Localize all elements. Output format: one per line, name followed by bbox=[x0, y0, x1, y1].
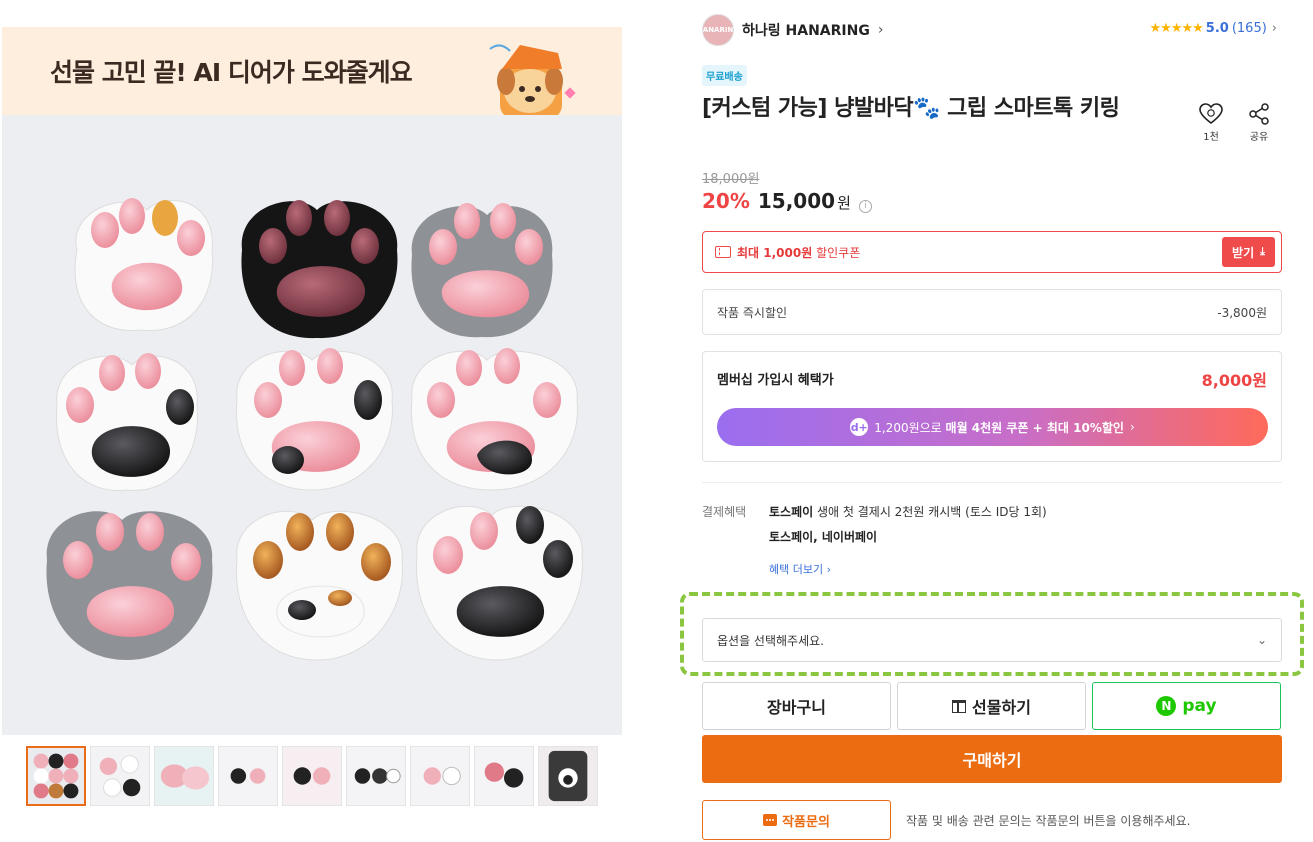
price-row: 20% 15,000 원 i bbox=[702, 189, 872, 213]
star-rating-icon: ★★★★★ bbox=[1149, 21, 1204, 36]
share-icon bbox=[1249, 103, 1269, 125]
membership-cta-prefix: 1,200원으로 bbox=[874, 420, 946, 435]
product-main-image[interactable] bbox=[2, 115, 622, 735]
instant-discount-label: 작품 즉시할인 bbox=[717, 305, 788, 320]
membership-cta-bold: 매월 4천원 쿠폰 + 최대 10%할인 bbox=[945, 420, 1124, 435]
divider bbox=[702, 482, 1282, 483]
coupon-text: 최대 1,000원 할인쿠폰 bbox=[737, 244, 860, 261]
coupon-download-button[interactable]: 받기 ⤓ bbox=[1222, 237, 1275, 267]
thumbnail-6[interactable] bbox=[346, 746, 406, 806]
ai-gift-banner[interactable]: 선물 고민 끝! AI 디어가 도와줄게요 bbox=[2, 27, 622, 115]
coupon-amount: 최대 1,000원 bbox=[737, 245, 813, 260]
instant-discount-value: -3,800원 bbox=[1217, 305, 1267, 320]
banner-text: 선물 고민 끝! AI 디어가 도와줄게요 bbox=[50, 58, 413, 87]
membership-join-button[interactable]: d+ 1,200원으로 매월 4천원 쿠폰 + 최대 10%할인 › bbox=[717, 408, 1268, 446]
thumbnail-4[interactable] bbox=[218, 746, 278, 806]
membership-label: 멤버십 가입시 혜택가 bbox=[717, 373, 834, 388]
option-placeholder: 옵션을 선택해주세요. bbox=[717, 633, 824, 648]
tosspay-name: 토스페이 bbox=[769, 505, 814, 519]
gift-icon bbox=[952, 699, 967, 713]
seller-name: 하나링 HANARING bbox=[742, 23, 870, 39]
dog-mascot-icon bbox=[489, 44, 576, 115]
naver-pay-icon: N bbox=[1156, 696, 1177, 716]
heart-icon bbox=[1199, 103, 1223, 125]
sale-price: 15,000 bbox=[757, 189, 836, 213]
chevron-down-icon: ⌄ bbox=[1256, 633, 1267, 647]
thumbnail-5[interactable] bbox=[282, 746, 342, 806]
payment-benefit-label: 결제혜택 bbox=[702, 505, 747, 519]
coupon-button-label: 받기 bbox=[1232, 245, 1255, 260]
currency-unit: 원 bbox=[837, 194, 851, 212]
cart-button-label: 장바구니 bbox=[767, 698, 826, 717]
tosspay-benefit: 생애 첫 결제시 2천원 캐시백 (토스 ID당 1회) bbox=[813, 505, 1047, 519]
wishlist-button[interactable]: 1천 bbox=[1196, 103, 1226, 143]
payment-methods: 토스페이, 네이버페이 bbox=[769, 530, 878, 544]
thumbnail-2[interactable] bbox=[90, 746, 150, 806]
buy-button[interactable]: 구매하기 bbox=[702, 735, 1282, 783]
cart-button[interactable]: 장바구니 bbox=[702, 682, 891, 730]
chat-icon bbox=[763, 814, 778, 826]
chevron-right-icon: › bbox=[1129, 420, 1135, 434]
gift-button-label: 선물하기 bbox=[972, 698, 1031, 717]
download-icon: ⤓ bbox=[1260, 245, 1265, 258]
seller-link[interactable]: HANARING 하나링 HANARING › bbox=[702, 14, 883, 46]
original-price: 18,000원 bbox=[702, 172, 760, 187]
chevron-right-icon: › bbox=[877, 22, 884, 38]
membership-price: 8,000원 bbox=[1201, 371, 1267, 390]
coupon-icon bbox=[715, 246, 731, 258]
thumbnail-8[interactable] bbox=[474, 746, 534, 806]
option-select[interactable]: 옵션을 선택해주세요. ⌄ bbox=[702, 618, 1282, 662]
thumbnail-9[interactable] bbox=[538, 746, 598, 806]
buy-button-label: 구매하기 bbox=[962, 751, 1022, 770]
npay-button[interactable]: N pay bbox=[1092, 682, 1281, 730]
thumbnail-7[interactable] bbox=[410, 746, 470, 806]
npay-label: pay bbox=[1182, 696, 1217, 716]
thumbnail-1[interactable] bbox=[26, 746, 86, 806]
membership-box: 멤버십 가입시 혜택가 8,000원 d+ 1,200원으로 매월 4천원 쿠폰… bbox=[702, 351, 1282, 462]
review-count: (165) bbox=[1231, 21, 1267, 36]
wishlist-count: 1천 bbox=[1203, 132, 1219, 143]
membership-cta: 1,200원으로 매월 4천원 쿠폰 + 최대 10%할인 bbox=[874, 419, 1124, 436]
share-label: 공유 bbox=[1249, 132, 1269, 143]
benefit-more-link[interactable]: 혜택 더보기 › bbox=[769, 561, 831, 577]
seller-avatar: HANARING bbox=[702, 14, 734, 46]
inquiry-note: 작품 및 배송 관련 문의는 작품문의 버튼을 이용해주세요. bbox=[906, 814, 1191, 828]
chevron-right-icon: › bbox=[1271, 21, 1277, 36]
instant-discount-row: 작품 즉시할인 -3,800원 bbox=[702, 289, 1282, 335]
info-icon[interactable]: i bbox=[858, 199, 872, 213]
thumbnail-strip bbox=[26, 746, 598, 806]
discount-rate: 20% bbox=[702, 189, 750, 213]
coupon-box: 최대 1,000원 할인쿠폰 받기 ⤓ bbox=[702, 231, 1282, 273]
payment-benefit-line1: 토스페이 생애 첫 결제시 2천원 캐시백 (토스 ID당 1회) bbox=[769, 503, 1047, 520]
seller-avatar-text: HANARING bbox=[702, 26, 734, 34]
inquiry-button-label: 작품문의 bbox=[782, 814, 830, 830]
share-button[interactable]: 공유 bbox=[1244, 103, 1274, 143]
rating-link[interactable]: ★★★★★ 5.0 (165) › bbox=[1150, 21, 1277, 36]
gift-button[interactable]: 선물하기 bbox=[897, 682, 1086, 730]
inquiry-button[interactable]: 작품문의 bbox=[702, 800, 891, 840]
thumbnail-3[interactable] bbox=[154, 746, 214, 806]
product-title: [커스텀 가능] 냥발바닥🐾 그립 스마트톡 키링 bbox=[702, 96, 1120, 121]
membership-logo-icon: d+ bbox=[850, 418, 869, 436]
action-buttons: 장바구니 선물하기 N pay bbox=[702, 682, 1281, 730]
paw-grips-photo bbox=[2, 115, 622, 735]
free-shipping-badge: 무료배송 bbox=[702, 65, 747, 86]
coupon-suffix: 할인쿠폰 bbox=[812, 245, 861, 260]
rating-score: 5.0 bbox=[1205, 21, 1229, 36]
